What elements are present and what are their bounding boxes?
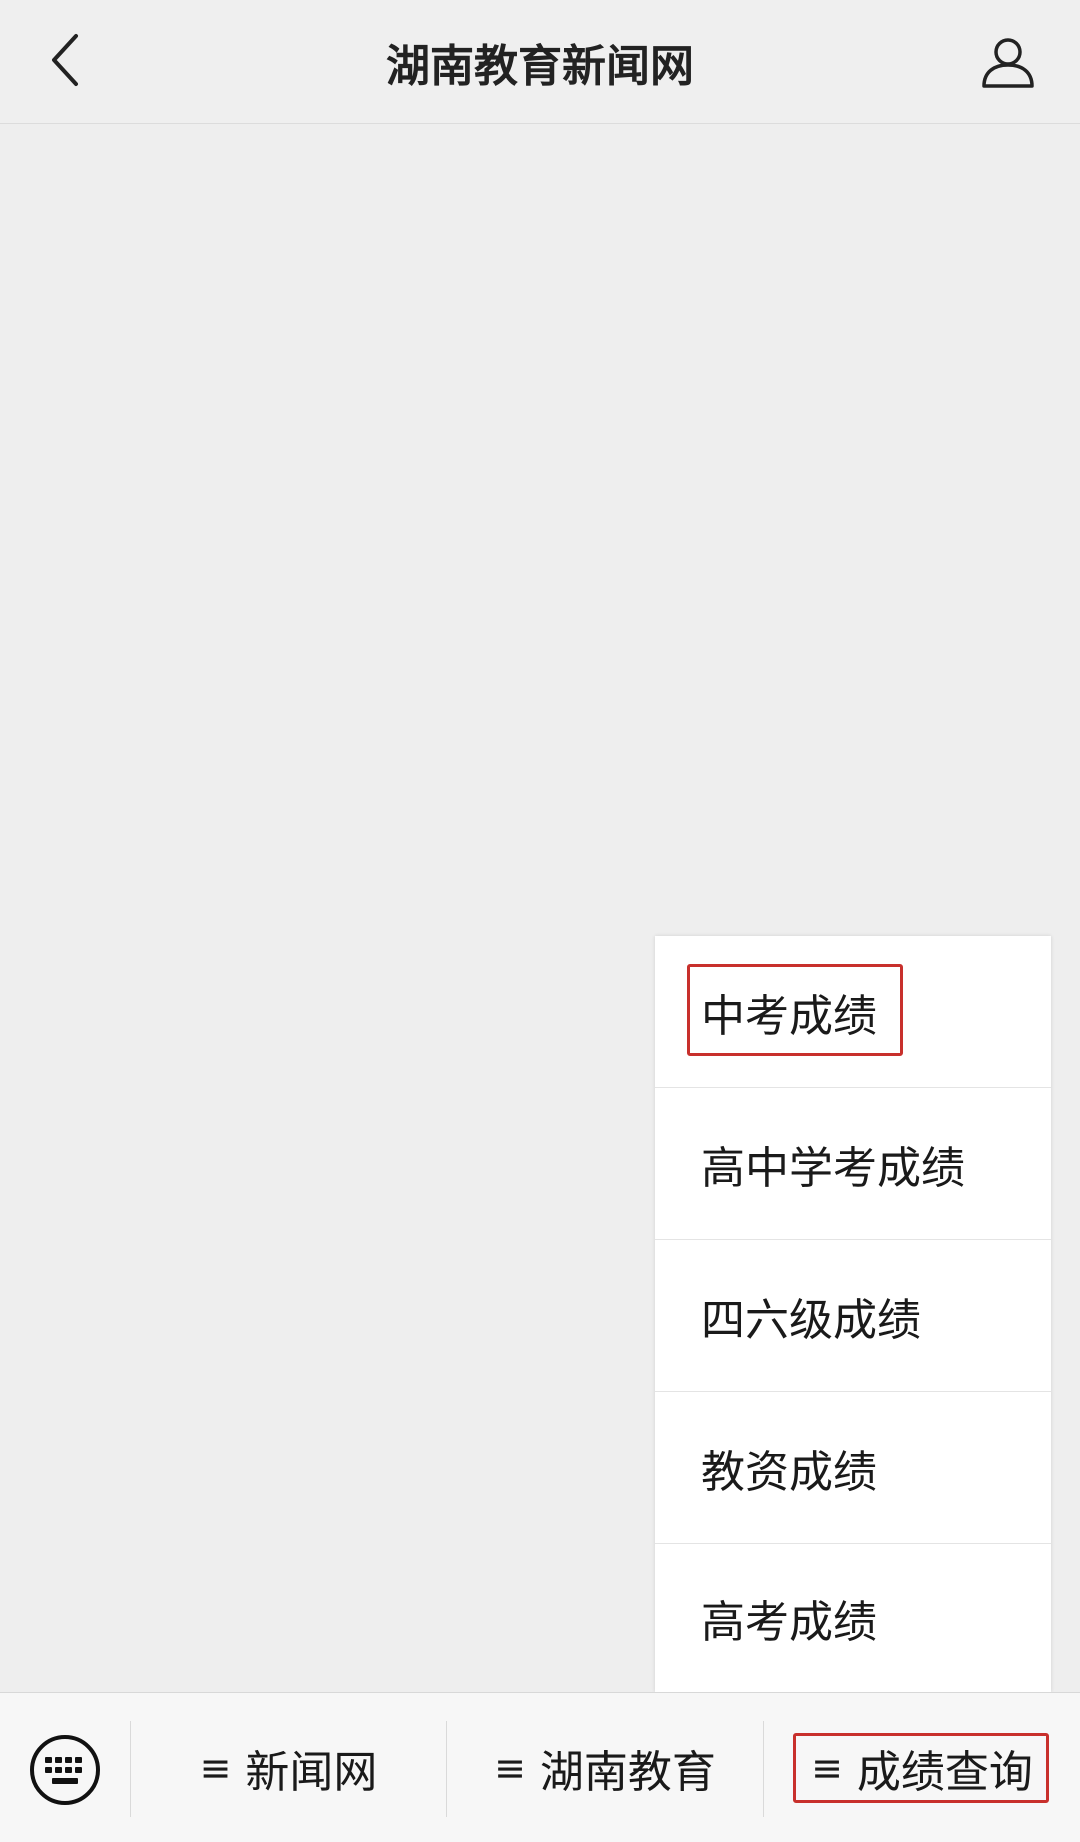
menu-item-gaokao[interactable]: 高考成绩 bbox=[655, 1544, 1051, 1692]
popup-menu: 中考成绩 高中学考成绩 四六级成绩 教资成绩 高考成绩 bbox=[655, 936, 1051, 1692]
keyboard-toggle-button[interactable] bbox=[28, 1733, 102, 1807]
tab-hunan-education[interactable]: ≡ 湖南教育 bbox=[447, 1693, 763, 1842]
keyboard-icon bbox=[30, 1735, 100, 1805]
bottom-menu-bar: ≡ 新闻网 ≡ 湖南教育 ≡ 成绩查询 bbox=[0, 1692, 1080, 1842]
tab-label: 湖南教育 bbox=[539, 1747, 716, 1798]
page-title: 湖南教育新闻网 bbox=[386, 41, 694, 92]
tab-score-query[interactable]: ≡ 成绩查询 bbox=[764, 1693, 1080, 1842]
tab-news[interactable]: ≡ 新闻网 bbox=[131, 1693, 446, 1842]
menu-item-cet[interactable]: 四六级成绩 bbox=[655, 1240, 1051, 1392]
menu-item-label: 高中学考成绩 bbox=[701, 1143, 965, 1194]
menu-item-label: 高考成绩 bbox=[701, 1597, 877, 1648]
nav-bar: 湖南教育新闻网 bbox=[0, 0, 1080, 124]
tab-label: 成绩查询 bbox=[856, 1747, 1033, 1798]
tab-label: 新闻网 bbox=[245, 1747, 378, 1798]
menu-item-jiaozi[interactable]: 教资成绩 bbox=[655, 1392, 1051, 1544]
user-profile-icon bbox=[982, 38, 1034, 88]
back-button[interactable] bbox=[28, 22, 104, 98]
menu-item-zhongkao[interactable]: 中考成绩 bbox=[655, 936, 1051, 1088]
menu-item-gaozhong-xuekao[interactable]: 高中学考成绩 bbox=[655, 1088, 1051, 1240]
menu-item-label: 教资成绩 bbox=[701, 1447, 877, 1498]
menu-icon: ≡ bbox=[199, 1746, 232, 1790]
menu-icon: ≡ bbox=[494, 1746, 526, 1790]
menu-item-label: 中考成绩 bbox=[701, 991, 877, 1042]
menu-item-label: 四六级成绩 bbox=[701, 1295, 921, 1346]
profile-button[interactable] bbox=[966, 20, 1050, 104]
chevron-left-icon bbox=[52, 34, 78, 86]
menu-icon: ≡ bbox=[811, 1746, 843, 1790]
